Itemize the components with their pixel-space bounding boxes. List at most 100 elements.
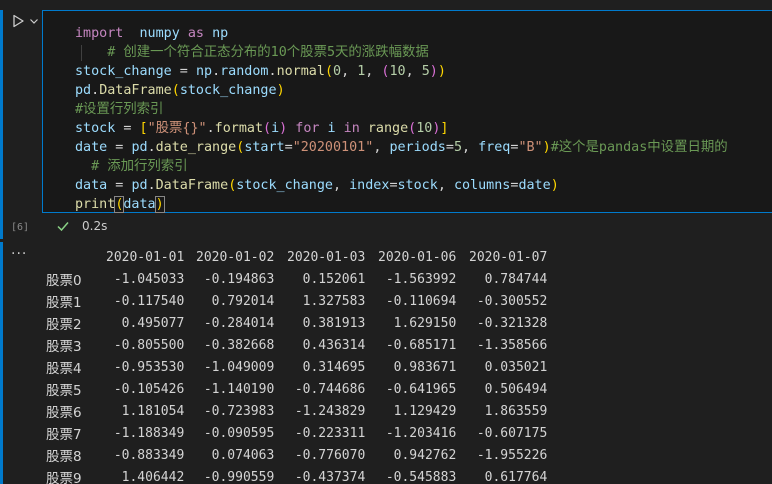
code-token: stock_change (179, 83, 277, 98)
table-cell: -1.955226 (476, 447, 548, 463)
code-line[interactable]: # 创建一个符合正态分布的10个股票5天的涨跌幅数据 (75, 43, 728, 62)
code-token: ( (171, 83, 180, 98)
table-cell: -1.203416 (385, 425, 457, 441)
code-line[interactable]: data = pd.DataFrame(stock_change, index=… (75, 176, 728, 195)
code-token: i (271, 121, 280, 136)
code-token: = (445, 140, 454, 155)
code-token: ) (429, 64, 438, 79)
run-cell-icon[interactable] (11, 14, 25, 28)
output-focus-indicator (0, 242, 3, 484)
more-actions-icon[interactable]: ··· (11, 247, 27, 261)
table-cell: -1.358566 (476, 337, 548, 353)
row-index: 股票2 (46, 317, 82, 333)
column-header: 2020-01-06 (378, 249, 457, 265)
table-cell: 1.406442 (121, 469, 185, 484)
table-cell: 0.035021 (484, 359, 548, 375)
code-token: i (327, 121, 336, 136)
code-token: numpy (139, 26, 180, 41)
code-line[interactable]: # 添加行列索引 (75, 157, 728, 176)
index-header (46, 246, 106, 268)
table-cell: -0.883349 (113, 447, 185, 463)
table-cell: 0.381913 (302, 315, 366, 331)
notebook: [6] import numpy as np # 创建一个符合正态分布的10个股… (0, 0, 772, 484)
code-cell[interactable]: [6] import numpy as np # 创建一个符合正态分布的10个股… (0, 10, 772, 239)
table-cell: 0.506494 (484, 381, 548, 397)
table-cell: 0.314695 (302, 359, 366, 375)
code-token: . (212, 64, 221, 79)
code-line[interactable]: stock_change = np.random.normal(0, 1, (1… (75, 62, 728, 81)
code-token: . (206, 121, 215, 136)
code-token: date (518, 178, 551, 193)
table-cell: -1.045033 (113, 271, 185, 287)
cell-output: 2020-01-01 2020-01-02 2020-01-03 2020-01… (42, 246, 772, 484)
code-line[interactable]: pd.DataFrame(stock_change) (75, 81, 728, 100)
table-cell: -1.049009 (203, 359, 275, 375)
table-cell: -0.953530 (113, 359, 185, 375)
column-header: 2020-01-03 (287, 249, 366, 265)
code-token: ) (154, 196, 165, 213)
code-token: 5 (421, 64, 430, 79)
table-cell: -0.723983 (203, 403, 275, 419)
header-row: 2020-01-01 2020-01-02 2020-01-03 2020-01… (46, 246, 547, 268)
code-line[interactable]: date = pd.date_range(start="20200101", p… (75, 138, 728, 157)
code-token: , (405, 64, 422, 79)
code-token: ( (408, 121, 417, 136)
code-token: , (373, 140, 390, 155)
table-row: 股票4 -0.953530 -1.049009 0.314695 0.983671 0.0… (46, 356, 547, 378)
code-editor[interactable]: import numpy as np # 创建一个符合正态分布的10个股票5天的… (42, 10, 772, 213)
table-cell: 1.181054 (121, 403, 185, 419)
code-token: for (295, 121, 320, 136)
table-row: 股票3 -0.805500 -0.382668 0.436314 -0.685171 -1… (46, 334, 547, 356)
table-cell: -1.140190 (203, 381, 275, 397)
code-token: ( (263, 121, 272, 136)
code-token: = (171, 64, 196, 79)
code-token: columns (453, 178, 511, 193)
code-token: [ (139, 121, 148, 136)
code-token: date_range (155, 140, 237, 155)
code-line[interactable]: print(data) (75, 195, 728, 214)
code-token: 5 (453, 140, 462, 155)
row-index: 股票7 (46, 427, 82, 443)
table-row: 股票2 0.495077 -0.284014 0.381913 1.629150 -0.3… (46, 312, 547, 334)
code-token: print (75, 197, 116, 212)
code-token: stock (75, 121, 116, 136)
column-header: 2020-01-01 (106, 249, 185, 265)
table-cell: -0.641965 (385, 381, 457, 397)
table-cell: -0.300552 (476, 293, 548, 309)
row-index: 股票0 (46, 273, 82, 289)
code-token: = (107, 140, 132, 155)
dataframe-output: 2020-01-01 2020-01-02 2020-01-03 2020-01… (46, 246, 547, 484)
code-line[interactable]: #设置行列索引 (75, 100, 728, 119)
code-token: # 创建一个符合正态分布的10个股票5天的涨跌幅数据 (107, 45, 429, 60)
table-cell: 1.327583 (302, 293, 366, 309)
code-token: 10 (389, 64, 406, 79)
code-token: freq (478, 140, 511, 155)
table-cell: -0.990559 (203, 469, 275, 484)
code-token: pd (131, 178, 148, 193)
code-text[interactable]: import numpy as np # 创建一个符合正态分布的10个股票5天的… (75, 24, 728, 214)
code-token: = (107, 178, 132, 193)
table-cell: -0.110694 (385, 293, 457, 309)
code-token: = (284, 140, 293, 155)
code-token: ) (542, 140, 551, 155)
code-token: format (214, 121, 264, 136)
table-cell: -0.685171 (385, 337, 457, 353)
table-cell: 1.129429 (393, 403, 457, 419)
code-line[interactable]: stock = ["股票{}".format(i) for i in range… (75, 119, 728, 138)
code-line[interactable]: import numpy as np (75, 24, 728, 43)
table-cell: -1.563992 (385, 271, 457, 287)
table-cell: -0.607175 (476, 425, 548, 441)
table-cell: 0.942762 (393, 447, 457, 463)
code-token: , (365, 64, 382, 79)
code-token: np (195, 64, 213, 79)
table-cell: -0.284014 (203, 315, 275, 331)
table-cell: -0.223311 (294, 425, 366, 441)
code-token: in (343, 121, 360, 136)
chevron-down-icon[interactable] (29, 16, 39, 26)
table-row: 股票6 1.181054 -0.723983 -1.243829 1.129429 1.8… (46, 400, 547, 422)
row-index: 股票4 (46, 361, 82, 377)
code-token: . (147, 140, 156, 155)
code-token: . (91, 83, 100, 98)
